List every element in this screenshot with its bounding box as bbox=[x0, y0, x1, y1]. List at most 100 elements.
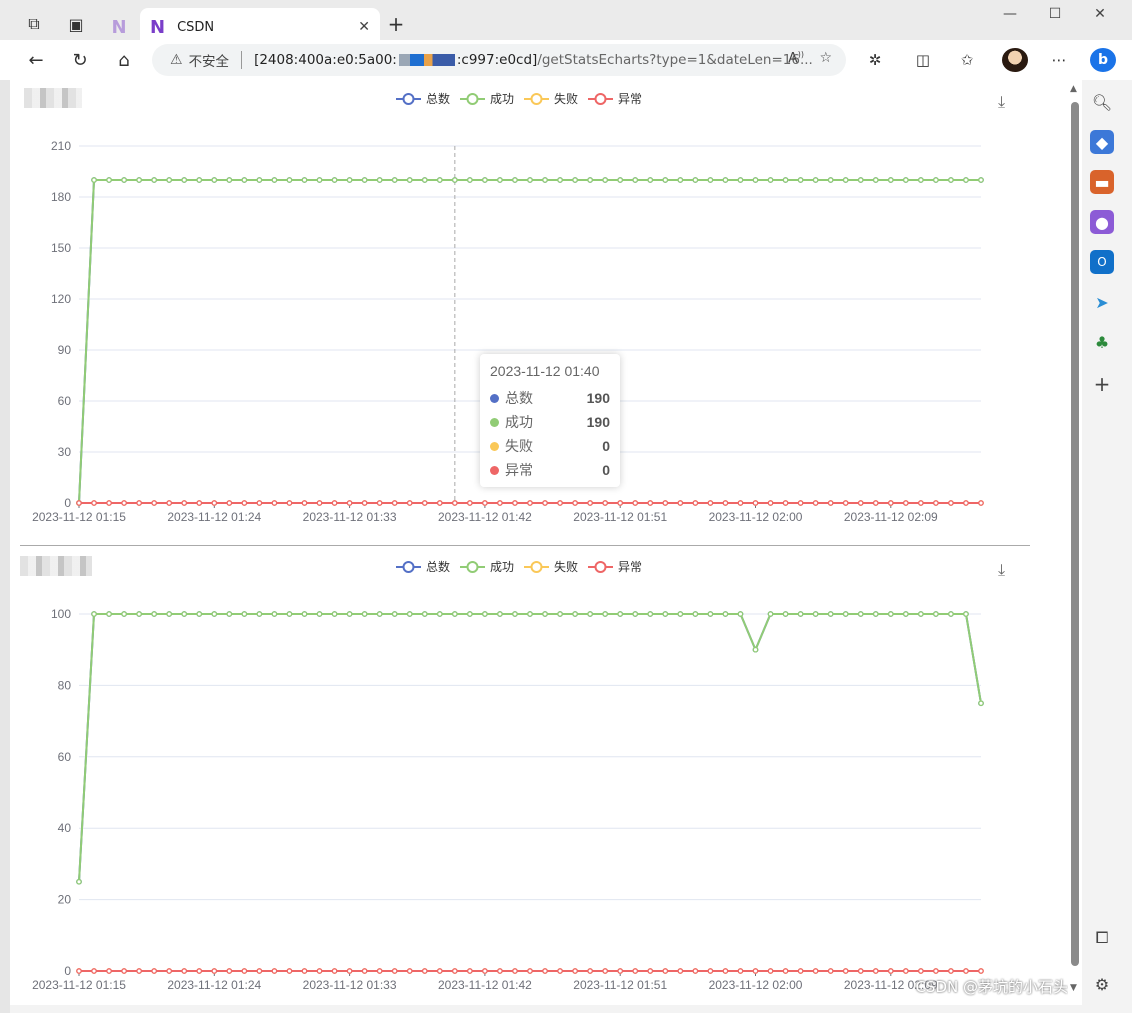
data-point bbox=[662, 968, 669, 974]
data-point bbox=[782, 177, 789, 183]
data-point bbox=[632, 500, 639, 506]
warning-icon[interactable]: ⚠ bbox=[170, 52, 183, 68]
data-point bbox=[948, 500, 954, 506]
data-point bbox=[557, 177, 563, 183]
data-point bbox=[707, 500, 714, 506]
chart-2-plot: 0 20 40 60 80 100 2023-11-12 01:15 2023-11-12 0… bbox=[32, 607, 984, 992]
data-point bbox=[767, 968, 774, 974]
tree-icon[interactable]: ♣ bbox=[1090, 330, 1114, 354]
close-window-icon[interactable]: ✕ bbox=[1080, 6, 1120, 22]
data-point bbox=[406, 500, 413, 506]
onenote-icon: N bbox=[150, 16, 166, 38]
data-point bbox=[421, 611, 428, 617]
data-point bbox=[301, 177, 308, 183]
data-point bbox=[196, 968, 203, 974]
extensions-icon[interactable]: ✲ bbox=[862, 48, 888, 72]
maximize-icon[interactable]: ☐ bbox=[1035, 6, 1075, 22]
data-point bbox=[196, 177, 203, 183]
chart-1: 总数 成功 失败 异常 ⤓ 0 30 60 90 120 150 180 210 2023-11… bbox=[10, 80, 1070, 545]
shopping-icon[interactable]: ◆ bbox=[1090, 130, 1114, 154]
data-point bbox=[346, 177, 353, 183]
settings-icon[interactable]: ⚙ bbox=[1090, 972, 1114, 996]
scrollbar[interactable]: ▲ ▼ bbox=[1068, 80, 1082, 1005]
data-point bbox=[662, 611, 669, 617]
data-point bbox=[692, 968, 699, 974]
data-point bbox=[181, 968, 188, 974]
data-point bbox=[542, 500, 548, 506]
data-point bbox=[512, 968, 518, 974]
data-point bbox=[301, 611, 308, 617]
data-point bbox=[166, 611, 173, 617]
edge-sidebar: 🔍︎ ◆ ▬ ● O ➤ ♣ + ⧠ ⚙ bbox=[1082, 80, 1122, 1013]
split-screen-icon[interactable]: ◫ bbox=[910, 48, 936, 72]
data-point bbox=[752, 968, 759, 974]
data-point bbox=[482, 968, 488, 974]
data-point bbox=[181, 500, 188, 506]
data-point bbox=[467, 968, 473, 974]
tab-actions-icon[interactable]: ▣ bbox=[62, 10, 90, 38]
address-bar[interactable]: ⚠ 不安全 [2408:400a:e0:5a00: :c997:e0cd] /g… bbox=[152, 44, 846, 76]
close-tab-icon[interactable]: ✕ bbox=[358, 19, 370, 35]
refresh-icon[interactable]: ↻ bbox=[66, 46, 94, 74]
data-point bbox=[391, 968, 398, 974]
office-icon[interactable]: ● bbox=[1090, 210, 1114, 234]
security-label[interactable]: 不安全 bbox=[189, 50, 230, 70]
y-tick-label: 120 bbox=[51, 292, 71, 306]
url-host-start: [2408:400a:e0:5a00: bbox=[254, 52, 397, 68]
data-point bbox=[602, 611, 609, 617]
data-point bbox=[587, 177, 593, 183]
favorite-star-icon[interactable]: ☆ bbox=[819, 50, 832, 66]
watermark: CSDN @茅坑的小石头 bbox=[915, 978, 1068, 996]
new-tab-button[interactable]: + bbox=[382, 10, 410, 38]
data-point bbox=[151, 177, 158, 183]
data-point bbox=[812, 968, 819, 974]
data-point bbox=[286, 611, 293, 617]
profile-avatar[interactable] bbox=[1002, 48, 1028, 72]
data-point bbox=[842, 500, 849, 506]
data-point bbox=[827, 177, 834, 183]
minimize-icon[interactable]: — bbox=[990, 6, 1030, 22]
data-point bbox=[527, 177, 533, 183]
screenshot-icon[interactable]: ⧠ bbox=[1090, 926, 1114, 950]
data-point bbox=[256, 500, 263, 506]
scroll-thumb[interactable] bbox=[1071, 102, 1079, 966]
data-point bbox=[121, 500, 127, 506]
search-icon[interactable]: 🔍︎ bbox=[1090, 90, 1114, 114]
workspaces-icon[interactable]: ⧉ bbox=[20, 10, 48, 38]
back-icon[interactable]: ← bbox=[22, 46, 50, 74]
data-point bbox=[226, 177, 233, 183]
data-point bbox=[557, 968, 563, 974]
outlook-icon[interactable]: O bbox=[1090, 250, 1114, 274]
data-point bbox=[587, 500, 593, 506]
add-icon[interactable]: + bbox=[1090, 372, 1114, 396]
data-point bbox=[361, 177, 368, 183]
data-point bbox=[451, 968, 458, 974]
data-point bbox=[497, 177, 503, 183]
data-point bbox=[406, 611, 413, 617]
data-point bbox=[572, 968, 578, 974]
data-point bbox=[467, 500, 473, 506]
data-point bbox=[76, 500, 82, 506]
home-icon[interactable]: ⌂ bbox=[110, 46, 138, 74]
data-point bbox=[376, 968, 383, 974]
data-point bbox=[602, 500, 609, 506]
data-point bbox=[497, 500, 503, 506]
scroll-down-icon[interactable]: ▼ bbox=[1070, 983, 1077, 993]
send-icon[interactable]: ➤ bbox=[1090, 290, 1114, 314]
data-point bbox=[196, 611, 203, 617]
copilot-icon[interactable]: b bbox=[1090, 48, 1116, 72]
favorites-icon[interactable]: ✩ bbox=[954, 48, 980, 72]
read-aloud-icon[interactable]: A)) bbox=[788, 50, 804, 67]
tools-icon[interactable]: ▬ bbox=[1090, 170, 1114, 194]
more-icon[interactable]: ⋯ bbox=[1046, 48, 1072, 72]
x-tick-label: 2023-11-12 01:15 bbox=[32, 510, 126, 524]
data-point bbox=[737, 177, 744, 183]
data-point bbox=[752, 500, 759, 506]
tooltip-label: 异常 bbox=[505, 462, 533, 478]
data-point bbox=[572, 177, 578, 183]
data-point bbox=[256, 968, 263, 974]
data-point bbox=[421, 500, 428, 506]
background-page-edge bbox=[0, 80, 10, 1013]
tab-title: CSDN bbox=[177, 19, 215, 35]
scroll-up-icon[interactable]: ▲ bbox=[1070, 84, 1077, 94]
